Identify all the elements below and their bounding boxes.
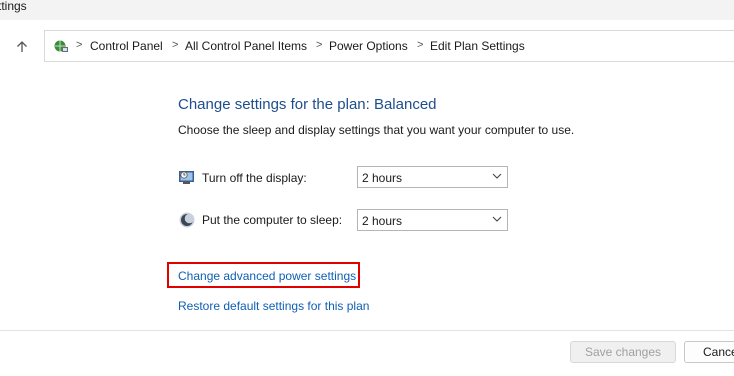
page-title: Change settings for the plan: Balanced — [178, 96, 437, 113]
breadcrumb-control-panel[interactable]: Control Panel — [90, 39, 163, 53]
sleep-timeout-select[interactable]: 2 hours — [357, 209, 508, 231]
breadcrumb-edit-plan[interactable]: Edit Plan Settings — [430, 39, 525, 53]
moon-icon — [179, 212, 195, 228]
sleep-timeout-label: Put the computer to sleep: — [202, 213, 343, 227]
title-bar: ttings — [0, 0, 734, 20]
cancel-button[interactable]: Cance — [684, 341, 734, 363]
breadcrumb-separator: > — [417, 39, 424, 51]
window-title: ttings — [0, 0, 27, 13]
breadcrumb-separator: > — [172, 39, 179, 51]
display-timeout-select[interactable]: 2 hours — [357, 166, 508, 188]
chevron-down-icon — [492, 216, 502, 222]
address-bar[interactable]: > Control Panel > All Control Panel Item… — [44, 30, 734, 62]
footer-divider — [0, 330, 734, 331]
page-description: Choose the sleep and display settings th… — [178, 123, 575, 137]
control-panel-icon — [54, 40, 68, 52]
display-timeout-label: Turn off the display: — [202, 171, 307, 185]
monitor-clock-icon — [179, 171, 194, 184]
chevron-down-icon — [492, 173, 502, 179]
breadcrumb-power-options[interactable]: Power Options — [329, 39, 408, 53]
arrow-up-icon — [17, 41, 27, 52]
display-timeout-value: 2 hours — [362, 171, 403, 185]
restore-defaults-link[interactable]: Restore default settings for this plan — [178, 299, 369, 313]
breadcrumb-separator: > — [76, 39, 83, 51]
up-button[interactable] — [10, 36, 34, 58]
save-changes-button[interactable]: Save changes — [570, 341, 676, 363]
breadcrumb-all-items[interactable]: All Control Panel Items — [185, 39, 307, 53]
advanced-power-settings-link[interactable]: Change advanced power settings — [178, 269, 356, 283]
breadcrumb-separator: > — [316, 39, 323, 51]
sleep-timeout-value: 2 hours — [362, 214, 403, 228]
